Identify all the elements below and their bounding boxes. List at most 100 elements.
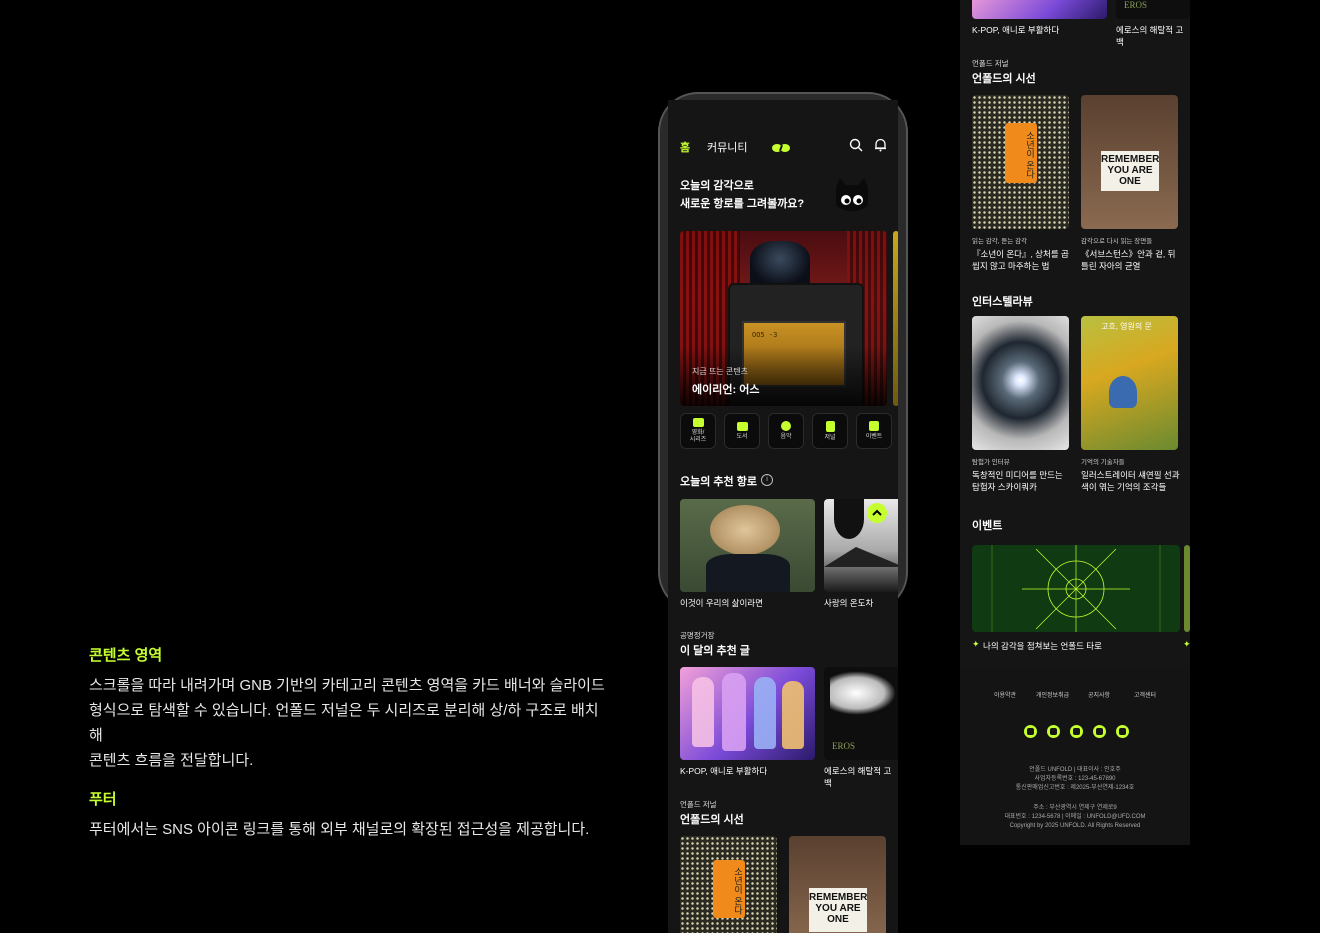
event-card-image[interactable] — [972, 545, 1180, 632]
greeting-line: 새로운 항로를 그려볼까요? — [680, 198, 805, 210]
category-label: 이벤트 — [865, 434, 883, 440]
monthly-kicker: 공명정거장 — [680, 631, 715, 640]
monthly-card-caption: 에로스의 해탈적 고백 — [824, 766, 892, 788]
interview-item-kicker: 탐험가 인터뷰 — [972, 459, 1010, 466]
interview-card-image[interactable] — [972, 316, 1069, 450]
category-movie-button[interactable]: 영화/ 시리즈 — [680, 413, 716, 449]
interview-item-kicker: 기억의 기술자들 — [1081, 459, 1125, 466]
category-label: 음악 — [780, 434, 792, 440]
bell-icon[interactable] — [874, 138, 887, 152]
event-caption[interactable]: 나의 감각을 점쳐보는 언폴드 타로 — [983, 640, 1102, 652]
eros-text: EROS — [832, 741, 856, 751]
info-line: 언폴드 UNFOLD | 대표이사 : 인호주 — [1029, 767, 1121, 773]
journal-icon — [825, 420, 835, 432]
category-book-button[interactable]: 도서 — [724, 413, 760, 449]
book-cover-text: 소년이 온다 — [713, 860, 745, 918]
journal-kicker: 언폴드 저널 — [680, 800, 717, 809]
interview-item-title[interactable]: 일러스트레이터 섀연필 선과 색이 엮는 기억의 조각들 — [1081, 469, 1181, 493]
interstellar-title: 인터스텔라뷰 — [972, 296, 1033, 308]
monthly-card-image[interactable]: EROS — [1116, 0, 1190, 19]
journal-card-image[interactable]: REMEMBER YOU ARE ONE — [789, 836, 886, 933]
book-icon — [736, 421, 748, 431]
book-cover-text: 소년이 온다 — [1005, 123, 1037, 183]
recommend-card-caption: 이것이 우리의 삶이라면 — [680, 598, 763, 608]
eros-text: EROS — [1124, 0, 1148, 10]
clapper-icon — [692, 418, 704, 427]
category-music-button[interactable]: 음악 — [768, 413, 804, 449]
logo-icon[interactable] — [772, 140, 790, 152]
recommend-title: 오늘의 추천 항로 — [680, 476, 757, 488]
footer-link-privacy[interactable]: 개인정보취급 — [1036, 690, 1069, 699]
journal-item-kicker: 읽는 감각, 듣는 감각 — [972, 238, 1028, 245]
info-line: 통신판매업신고번호 : 제2025-부산연제-1234호 — [1015, 785, 1135, 791]
category-label: 영화/ 시리즈 — [689, 430, 707, 443]
chevron-up-icon — [872, 509, 882, 516]
scroll-top-button[interactable] — [867, 503, 887, 523]
journal-item-title[interactable]: 《서브스턴스》안과 겉, 뒤틀린 자아의 균열 — [1081, 248, 1181, 272]
apple-icon[interactable] — [1116, 725, 1129, 738]
interview-card-image[interactable]: 고흐, 영원의 문 — [1081, 316, 1178, 450]
play-icon[interactable] — [1093, 725, 1106, 738]
instagram-icon[interactable] — [1024, 725, 1037, 738]
info-line: 사업자등록번호 : 123-45-67890 — [1034, 776, 1116, 782]
next-banner-peek[interactable] — [893, 231, 898, 406]
info-icon[interactable]: i — [761, 474, 773, 486]
sparkle-icon: ✦ — [1183, 639, 1190, 649]
sparkle-icon: ✦ — [972, 639, 980, 649]
description-line: 스크롤을 따라 내려가며 GNB 기반의 카테고리 콘텐츠 영역을 카드 배너와… — [89, 677, 605, 694]
sns-links — [1024, 725, 1129, 738]
journal-card-image[interactable]: 소년이 온다 — [972, 95, 1069, 229]
x-icon[interactable] — [1047, 725, 1060, 738]
sign-text: REMEMBER YOU ARE ONE — [1101, 151, 1159, 191]
monthly-title: 이 달의 추천 글 — [680, 645, 750, 657]
event-title: 이벤트 — [972, 520, 1003, 532]
event-icon — [869, 421, 879, 431]
footer-link-support[interactable]: 고객센터 — [1134, 690, 1156, 699]
footer-area-title: 푸터 — [89, 791, 117, 808]
youtube-icon[interactable] — [1070, 725, 1083, 738]
footer-link-terms[interactable]: 이용약관 — [994, 690, 1016, 699]
greeting: 오늘의 감각으로 새로운 항로를 그려볼까요? — [680, 177, 804, 213]
journal-item-kicker: 감각으로 다시 읽는 장면들 — [1081, 238, 1153, 245]
greeting-line: 오늘의 감각으로 — [680, 180, 754, 192]
info-line: 대표번호 : 1234-5678 | 이메일 : UNFOLD@UFD.COM — [1004, 814, 1146, 820]
copyright: Copyright by 2025 UNFOLD. All Rights Res… — [1009, 823, 1141, 829]
interview-item-title[interactable]: 독창적인 미디어를 만드는 탐험자 스카이쿼카 — [972, 469, 1072, 493]
nav-home-tab[interactable]: 홈 — [680, 139, 690, 155]
content-area-description: 스크롤을 따라 내려가며 GNB 기반의 카테고리 콘텐츠 영역을 카드 배너와… — [89, 673, 609, 773]
description-line: 콘텐츠 흐름을 전달합니다. — [89, 752, 254, 769]
painting-title-text: 고흐, 영원의 문 — [1101, 322, 1152, 331]
category-event-button[interactable]: 이벤트 — [856, 413, 892, 449]
journal-card-image[interactable]: REMEMBER YOU ARE ONE — [1081, 95, 1178, 229]
category-journal-button[interactable]: 저널 — [812, 413, 848, 449]
category-bar: 영화/ 시리즈 도서 음악 저널 이벤트 — [680, 413, 892, 449]
next-event-peek[interactable] — [1184, 545, 1190, 632]
recommend-card-image[interactable] — [680, 499, 815, 592]
monthly-card-caption: K-POP, 애니로 부활하다 — [972, 25, 1060, 35]
tarot-star-icon — [991, 545, 1161, 632]
journal-item-title[interactable]: 『소년이 온다』, 상처를 곱씹지 않고 마주하는 법 — [972, 248, 1072, 272]
monthly-card-caption: 에로스의 해탈적 고백 — [1116, 25, 1184, 47]
info-line: 주소 : 부산광역시 연제구 연제로9 — [1033, 805, 1117, 811]
journal-title: 언폴드의 시선 — [972, 73, 1036, 85]
sign-text: REMEMBER YOU ARE ONE — [809, 888, 867, 932]
monthly-card-image[interactable] — [680, 667, 815, 760]
journal-card-image[interactable]: 소년이 온다 — [680, 836, 777, 933]
monthly-card-image[interactable] — [972, 0, 1107, 19]
footer-link-notice[interactable]: 공지사항 — [1088, 690, 1110, 699]
recommend-card-caption: 사랑의 온도차 — [824, 598, 874, 608]
banner-kicker: 지금 뜨는 콘텐츠 — [692, 367, 748, 376]
monthly-card-image[interactable]: EROS — [824, 667, 898, 760]
banner-title: 에이리언: 어스 — [692, 384, 760, 396]
footer-area-description: 푸터에서는 SNS 아이콘 링크를 통해 외부 채널로의 확장된 접근성을 제공… — [89, 821, 590, 838]
search-icon[interactable] — [849, 138, 863, 152]
company-contact: 주소 : 부산광역시 연제구 연제로9 대표번호 : 1234-5678 | 이… — [960, 804, 1190, 831]
journal-kicker: 언폴드 저널 — [972, 59, 1009, 68]
featured-banner[interactable]: OO5 -3 지금 뜨는 콘텐츠 에이리언: 어스 — [680, 231, 887, 406]
description-line: 형식으로 탐색할 수 있습니다. 언폴드 저널은 두 시리즈로 분리해 상/하 … — [89, 702, 599, 744]
monthly-card-caption: K-POP, 애니로 부활하다 — [680, 766, 768, 776]
nav-community-tab[interactable]: 커뮤니티 — [707, 139, 747, 155]
journal-title: 언폴드의 시선 — [680, 814, 744, 826]
door-label: OO5 -3 — [752, 331, 778, 339]
company-info: 언폴드 UNFOLD | 대표이사 : 인호주 사업자등록번호 : 123-45… — [960, 766, 1190, 793]
